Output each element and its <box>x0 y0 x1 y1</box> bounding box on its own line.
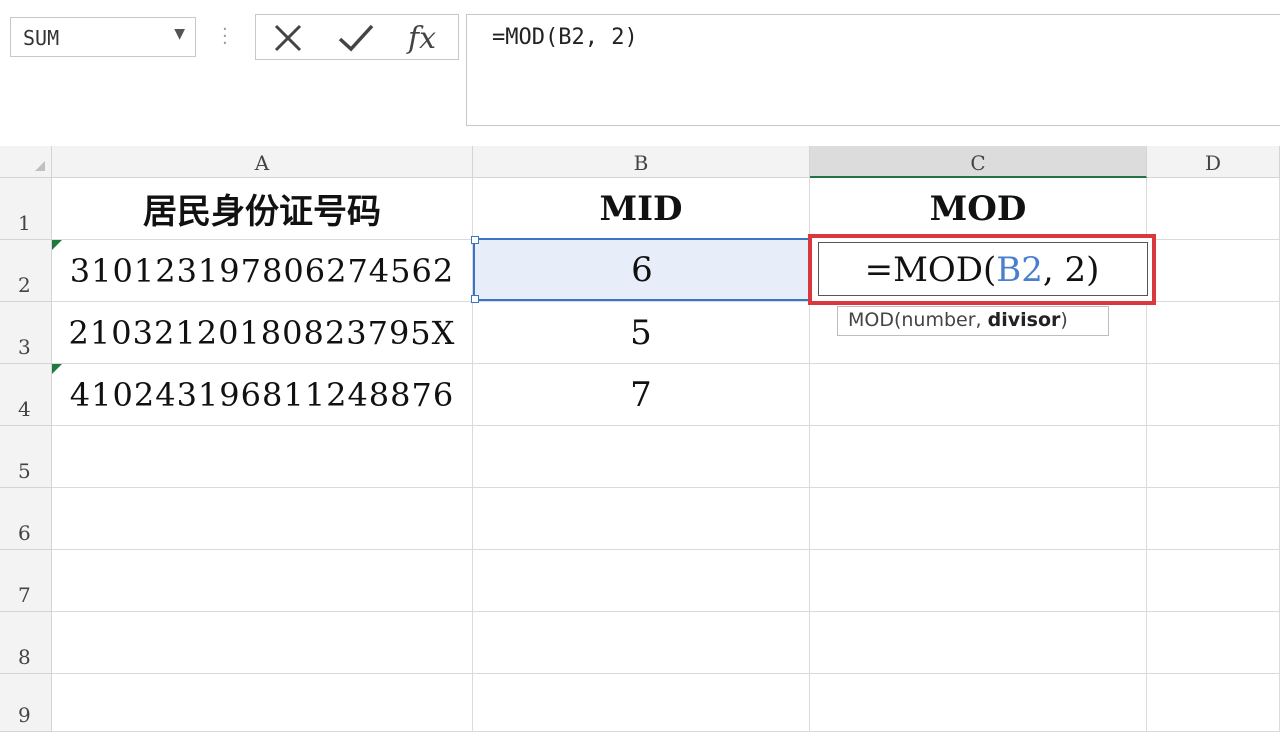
cell-formula: =MOD(B2, 2) <box>864 249 1100 290</box>
cell-a3[interactable]: 21032120180823795X <box>52 302 473 364</box>
cell-d8[interactable] <box>1147 612 1280 674</box>
drag-handle-icon[interactable]: · · · <box>222 21 228 53</box>
row-header-2[interactable]: 2 <box>0 240 52 302</box>
cell-a2[interactable]: 310123197806274562 <box>52 240 473 302</box>
cell-c8[interactable] <box>810 612 1147 674</box>
cell-value: MID <box>599 188 683 229</box>
cell-a7[interactable] <box>52 550 473 612</box>
column-header-d[interactable]: D <box>1147 146 1280 178</box>
cell-d9[interactable] <box>1147 674 1280 732</box>
cell-value: 21032120180823795X <box>68 313 456 352</box>
column-header-a[interactable]: A <box>52 146 473 178</box>
check-icon[interactable] <box>334 21 378 55</box>
row-header-7[interactable]: 7 <box>0 550 52 612</box>
name-box[interactable]: SUM ▼ <box>10 17 196 57</box>
cell-d4[interactable] <box>1147 364 1280 426</box>
cell-a9[interactable] <box>52 674 473 732</box>
cell-value: 6 <box>631 249 653 290</box>
cell-a8[interactable] <box>52 612 473 674</box>
cell-b7[interactable] <box>473 550 810 612</box>
formula-bar: SUM ▼ · · · fx =MOD(B2, 2) <box>0 0 1280 146</box>
cell-c7[interactable] <box>810 550 1147 612</box>
row-header-3[interactable]: 3 <box>0 302 52 364</box>
cell-d3[interactable] <box>1147 302 1280 364</box>
cell-c9[interactable] <box>810 674 1147 732</box>
cell-c1[interactable]: MOD <box>810 178 1147 240</box>
cell-a4[interactable]: 410243196811248876 <box>52 364 473 426</box>
cell-value: 310123197806274562 <box>69 251 455 290</box>
cell-value: 410243196811248876 <box>69 375 455 414</box>
cell-b1[interactable]: MID <box>473 178 810 240</box>
resize-handle[interactable] <box>471 236 479 244</box>
cell-b5[interactable] <box>473 426 810 488</box>
cell-b3[interactable]: 5 <box>473 302 810 364</box>
active-argument: divisor <box>987 309 1061 331</box>
cell-reference: B2 <box>996 249 1043 290</box>
cell-d5[interactable] <box>1147 426 1280 488</box>
row-header-8[interactable]: 8 <box>0 612 52 674</box>
formula-text: =MOD(B2, 2) <box>492 25 638 50</box>
cell-d6[interactable] <box>1147 488 1280 550</box>
cell-c4[interactable] <box>810 364 1147 426</box>
row-header-1[interactable]: 1 <box>0 178 52 240</box>
cell-d7[interactable] <box>1147 550 1280 612</box>
cell-value: 7 <box>630 374 652 415</box>
resize-handle[interactable] <box>471 295 479 303</box>
chevron-down-icon[interactable]: ▼ <box>174 26 185 42</box>
cell-value: 5 <box>630 312 652 353</box>
cell-a1[interactable]: 居民身份证号码 <box>52 178 473 240</box>
cell-b6[interactable] <box>473 488 810 550</box>
column-header-c[interactable]: C <box>810 146 1147 178</box>
cell-a5[interactable] <box>52 426 473 488</box>
referenced-cell-highlight[interactable]: 6 <box>471 236 811 303</box>
cell-d2[interactable] <box>1147 240 1280 302</box>
name-box-value: SUM <box>23 26 60 50</box>
column-header-b[interactable]: B <box>473 146 810 178</box>
row-header-9[interactable]: 9 <box>0 674 52 732</box>
cell-c6[interactable] <box>810 488 1147 550</box>
row-header-4[interactable]: 4 <box>0 364 52 426</box>
function-tooltip[interactable]: MOD(number, divisor) <box>837 306 1109 336</box>
active-cell-editor[interactable]: =MOD(B2, 2) <box>808 234 1156 305</box>
cell-b4[interactable]: 7 <box>473 364 810 426</box>
cell-value: MOD <box>929 188 1027 229</box>
cell-value: 居民身份证号码 <box>143 192 381 232</box>
insert-function-icon[interactable]: fx <box>400 21 444 56</box>
formula-buttons: fx <box>255 14 459 60</box>
cell-c5[interactable] <box>810 426 1147 488</box>
cell-b8[interactable] <box>473 612 810 674</box>
cell-b9[interactable] <box>473 674 810 732</box>
row-header-5[interactable]: 5 <box>0 426 52 488</box>
formula-input[interactable]: =MOD(B2, 2) <box>466 14 1280 126</box>
row-header-6[interactable]: 6 <box>0 488 52 550</box>
cell-a6[interactable] <box>52 488 473 550</box>
cell-d1[interactable] <box>1147 178 1280 240</box>
select-all-corner[interactable] <box>0 146 52 178</box>
cancel-icon[interactable] <box>266 21 310 55</box>
